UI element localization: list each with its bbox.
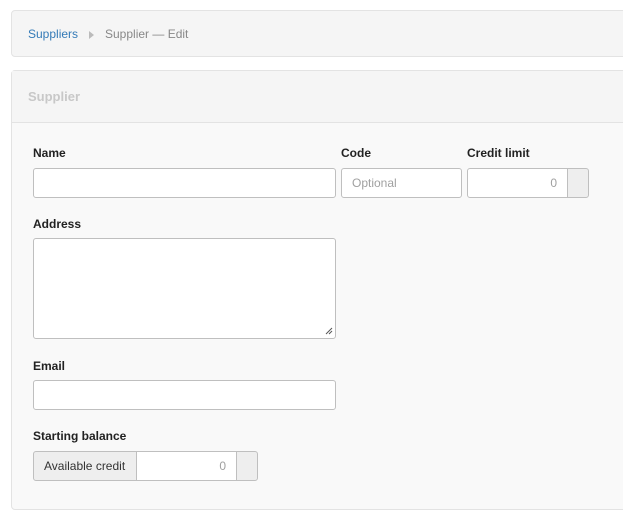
address-label: Address [33, 217, 82, 231]
starting-balance-addon [236, 451, 258, 481]
resize-grip-icon[interactable] [325, 327, 333, 335]
name-input[interactable] [33, 168, 336, 198]
starting-balance-input[interactable] [136, 451, 237, 481]
address-textarea[interactable] [33, 238, 336, 339]
code-input[interactable] [341, 168, 462, 198]
panel-header: Supplier [12, 71, 623, 123]
available-credit-prefix: Available credit [33, 451, 137, 481]
caret-right-icon [89, 31, 94, 39]
credit-limit-label: Credit limit [467, 146, 530, 160]
code-label: Code [341, 146, 371, 160]
name-label: Name [33, 146, 66, 160]
breadcrumb-link-suppliers[interactable]: Suppliers [28, 27, 78, 41]
breadcrumb-current: Supplier — Edit [105, 27, 189, 41]
breadcrumb: Suppliers Supplier — Edit [11, 10, 623, 57]
starting-balance-label: Starting balance [33, 429, 127, 443]
email-input[interactable] [33, 380, 336, 410]
panel-title: Supplier [28, 89, 81, 104]
email-label: Email [33, 359, 66, 373]
credit-limit-addon [567, 168, 589, 198]
credit-limit-input[interactable] [467, 168, 568, 198]
